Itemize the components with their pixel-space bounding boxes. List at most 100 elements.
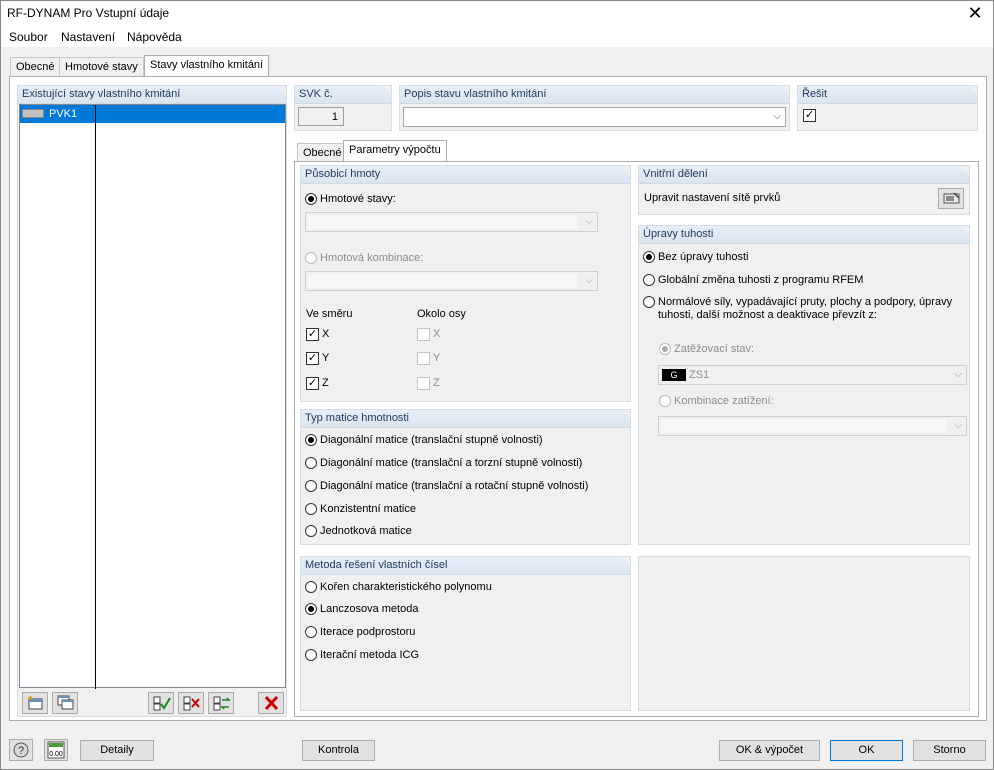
- method-option-radio[interactable]: [305, 626, 317, 638]
- load-case-label: Zatěžovací stav:: [674, 343, 755, 355]
- tab-stavy-vlastniho-kmitani[interactable]: Stavy vlastního kmitání: [144, 55, 270, 77]
- mesh-settings-button[interactable]: [938, 188, 964, 209]
- load-combination-combo[interactable]: ⌵: [658, 416, 967, 436]
- tab-hmotove-stavy[interactable]: Hmotové stavy: [59, 57, 144, 77]
- copy-mode-button[interactable]: [52, 692, 78, 714]
- description-combo[interactable]: ⌵: [403, 107, 786, 127]
- svk-number-field: 1: [298, 107, 344, 126]
- chevron-down-icon[interactable]: ⌵: [585, 216, 593, 227]
- svg-text:0.00: 0.00: [49, 751, 63, 758]
- description-group: Popis stavu vlastního kmitání ⌵: [399, 85, 790, 131]
- chevron-down-icon[interactable]: ⌵: [954, 369, 962, 380]
- around-axis-label: Okolo osy: [417, 308, 466, 320]
- modes-list[interactable]: PVK1: [19, 104, 286, 689]
- menu-soubor[interactable]: Soubor: [9, 30, 48, 44]
- direction-label: Ve směru: [306, 308, 353, 320]
- ok-button[interactable]: OK: [830, 740, 903, 761]
- subtab-obecne[interactable]: Obecné: [297, 143, 348, 163]
- solve-group: Řešit ✓: [797, 85, 978, 131]
- acting-masses-header: Působicí hmoty: [301, 166, 630, 184]
- matrix-option-label: Jednotková matice: [320, 525, 412, 537]
- help-button[interactable]: ?: [9, 739, 33, 761]
- matrix-option-radio[interactable]: [305, 434, 317, 446]
- solve-label: Řešit: [798, 86, 977, 104]
- chevron-down-icon[interactable]: ⌵: [773, 111, 781, 122]
- internal-division-header: Vnitřní dělení: [639, 166, 969, 184]
- uncheck-all-icon: [183, 696, 200, 711]
- stiffness-group: Úpravy tuhosti Bez úpravy tuhosti Globál…: [638, 225, 970, 545]
- rot-z-checkbox[interactable]: [417, 377, 430, 390]
- menu-napoveda[interactable]: Nápověda: [127, 30, 182, 44]
- description-label: Popis stavu vlastního kmitání: [400, 86, 789, 104]
- rot-y-checkbox[interactable]: [417, 352, 430, 365]
- subtab-parametry-vypoctu[interactable]: Parametry výpočtu: [343, 140, 447, 162]
- uncheck-all-button[interactable]: [178, 692, 204, 714]
- method-option-label: Iterace podprostoru: [320, 626, 416, 638]
- delete-icon: [264, 695, 279, 711]
- matrix-option-radio[interactable]: [305, 480, 317, 492]
- dialog-window: RF-DYNAM Pro Vstupní údaje ✕ Soubor Nast…: [0, 0, 994, 770]
- svk-group: SVK č. 1: [294, 85, 392, 131]
- toggle-icon: [213, 696, 231, 711]
- dir-y-checkbox[interactable]: ✓: [306, 352, 319, 365]
- stiffness-from-label-line2: tuhosti, další možnost a deaktivace přev…: [658, 309, 877, 321]
- mass-cases-combo[interactable]: ⌵: [305, 212, 598, 232]
- mode-name: PVK1: [49, 108, 78, 120]
- stiffness-global-radio[interactable]: [643, 274, 655, 286]
- check-all-button[interactable]: [148, 692, 174, 714]
- toggle-check-button[interactable]: [208, 692, 234, 714]
- stiffness-from-radio[interactable]: [643, 296, 655, 308]
- close-icon[interactable]: ✕: [965, 3, 985, 23]
- dir-z-checkbox[interactable]: ✓: [306, 377, 319, 390]
- stiffness-header: Úpravy tuhosti: [639, 226, 969, 244]
- dir-x-label: X: [322, 328, 330, 340]
- title-bar: RF-DYNAM Pro Vstupní údaje ✕: [1, 1, 993, 27]
- mesh-settings-label: Upravit nastavení sítě prvků: [644, 192, 781, 204]
- stiffness-none-radio[interactable]: [643, 251, 655, 263]
- method-option-radio[interactable]: [305, 603, 317, 615]
- check-all-icon: [153, 696, 171, 711]
- method-option-label: Kořen charakteristického polynomu: [320, 581, 492, 593]
- acting-masses-group: Působicí hmoty Hmotové stavy: ⌵ Hmotová …: [300, 165, 631, 402]
- matrix-option-label: Diagonální matice (translační a rotační …: [320, 480, 589, 492]
- dir-z-label: Z: [322, 377, 329, 389]
- solve-checkbox[interactable]: ✓: [803, 109, 816, 122]
- stiffness-global-label: Globální změna tuhosti z programu RFEM: [658, 274, 864, 286]
- matrix-option-radio[interactable]: [305, 503, 317, 515]
- mass-combination-radio[interactable]: [305, 252, 317, 264]
- rot-z-label: Z: [433, 377, 440, 389]
- menu-nastaveni[interactable]: Nastavení: [61, 30, 115, 44]
- method-option-radio[interactable]: [305, 581, 317, 593]
- load-combination-radio[interactable]: [659, 395, 671, 407]
- rot-x-checkbox[interactable]: [417, 328, 430, 341]
- method-option-radio[interactable]: [305, 649, 317, 661]
- new-mode-button[interactable]: [22, 692, 48, 714]
- delete-mode-button[interactable]: [258, 692, 284, 714]
- ok-calculate-button[interactable]: OK & výpočet: [719, 740, 820, 761]
- load-case-combo[interactable]: G ZS1 ⌵: [658, 365, 967, 385]
- matrix-option-label: Diagonální matice (translační stupně vol…: [320, 434, 543, 446]
- mode-color-swatch: [22, 109, 44, 118]
- matrix-option-radio[interactable]: [305, 457, 317, 469]
- dir-x-checkbox[interactable]: ✓: [306, 328, 319, 341]
- calculator-button[interactable]: 0.00: [44, 739, 68, 761]
- method-option-label: Lanczosova metoda: [320, 603, 419, 615]
- list-item[interactable]: PVK1: [20, 105, 285, 123]
- details-button[interactable]: Detaily: [80, 740, 154, 761]
- menu-bar: Soubor Nastavení Nápověda: [1, 27, 993, 47]
- tab-obecne[interactable]: Obecné: [10, 57, 61, 77]
- chevron-down-icon[interactable]: ⌵: [585, 275, 593, 286]
- mass-combination-combo[interactable]: ⌵: [305, 271, 598, 291]
- matrix-option-radio[interactable]: [305, 525, 317, 537]
- stiffness-none-label: Bez úpravy tuhosti: [658, 251, 749, 263]
- svg-text:?: ?: [18, 745, 24, 757]
- chevron-down-icon[interactable]: ⌵: [954, 420, 962, 431]
- cancel-button[interactable]: Storno: [913, 740, 986, 761]
- method-option-label: Iterační metoda ICG: [320, 649, 420, 661]
- mass-cases-radio[interactable]: [305, 193, 317, 205]
- load-case-radio[interactable]: [659, 343, 671, 355]
- new-icon: [27, 695, 43, 710]
- mass-cases-label: Hmotové stavy:: [320, 193, 396, 205]
- window-title: RF-DYNAM Pro Vstupní údaje: [7, 6, 170, 20]
- check-button[interactable]: Kontrola: [302, 740, 375, 761]
